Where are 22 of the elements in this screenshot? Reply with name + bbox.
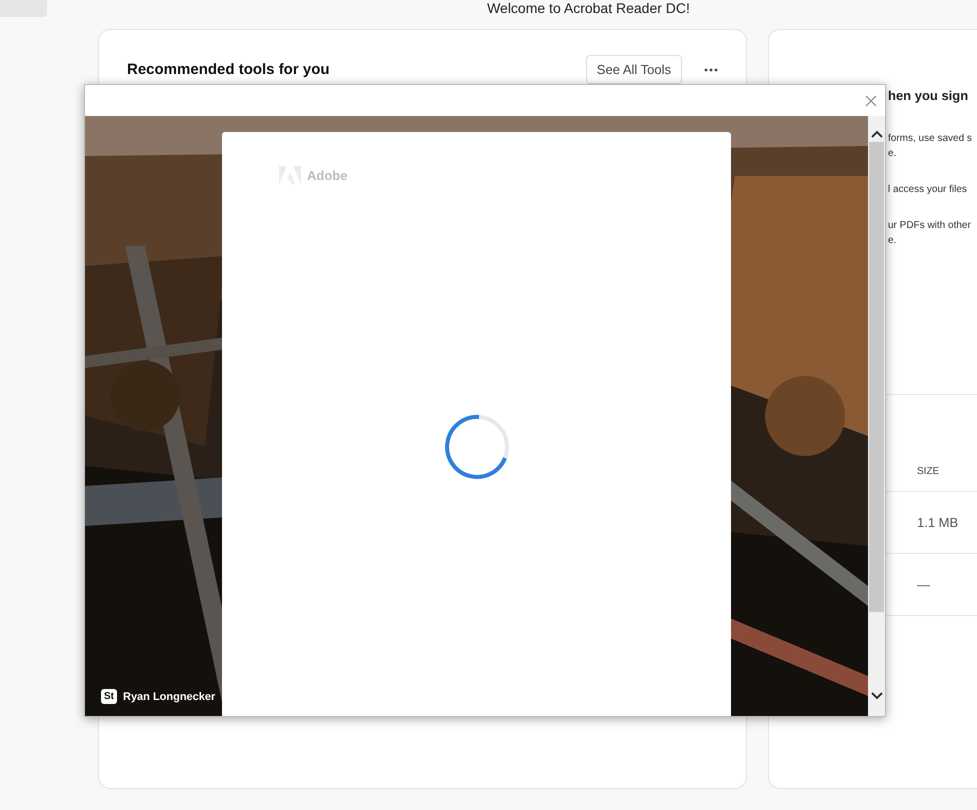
table-cell: 1.1 MB <box>917 515 958 530</box>
card-heading: hen you sign <box>888 88 970 103</box>
scroll-up-icon[interactable] <box>870 130 882 138</box>
scroll-thumb[interactable] <box>869 142 884 612</box>
stock-badge: St <box>101 689 117 704</box>
more-icon[interactable] <box>704 68 718 72</box>
table-cell: — <box>917 577 930 592</box>
scroll-down-icon[interactable] <box>870 692 882 700</box>
card-text: ur PDFs with other <box>888 219 972 233</box>
close-icon[interactable] <box>865 94 877 106</box>
card-text: e. <box>888 147 898 161</box>
column-header: SIZE <box>917 466 940 477</box>
photo-credit: Ryan Longnecker <box>123 690 216 702</box>
see-all-tools-button[interactable]: See All Tools <box>586 55 682 84</box>
loading-spinner <box>444 414 510 480</box>
card-text: forms, use saved s <box>888 132 973 146</box>
scrollbar[interactable] <box>868 116 885 716</box>
welcome-heading: Welcome to Acrobat Reader DC! <box>487 0 690 16</box>
card-text: l access your files <box>888 183 968 197</box>
brand-name: Adobe <box>307 168 348 182</box>
card-title: Recommended tools for you <box>127 61 331 78</box>
card-text: e. <box>888 234 898 248</box>
